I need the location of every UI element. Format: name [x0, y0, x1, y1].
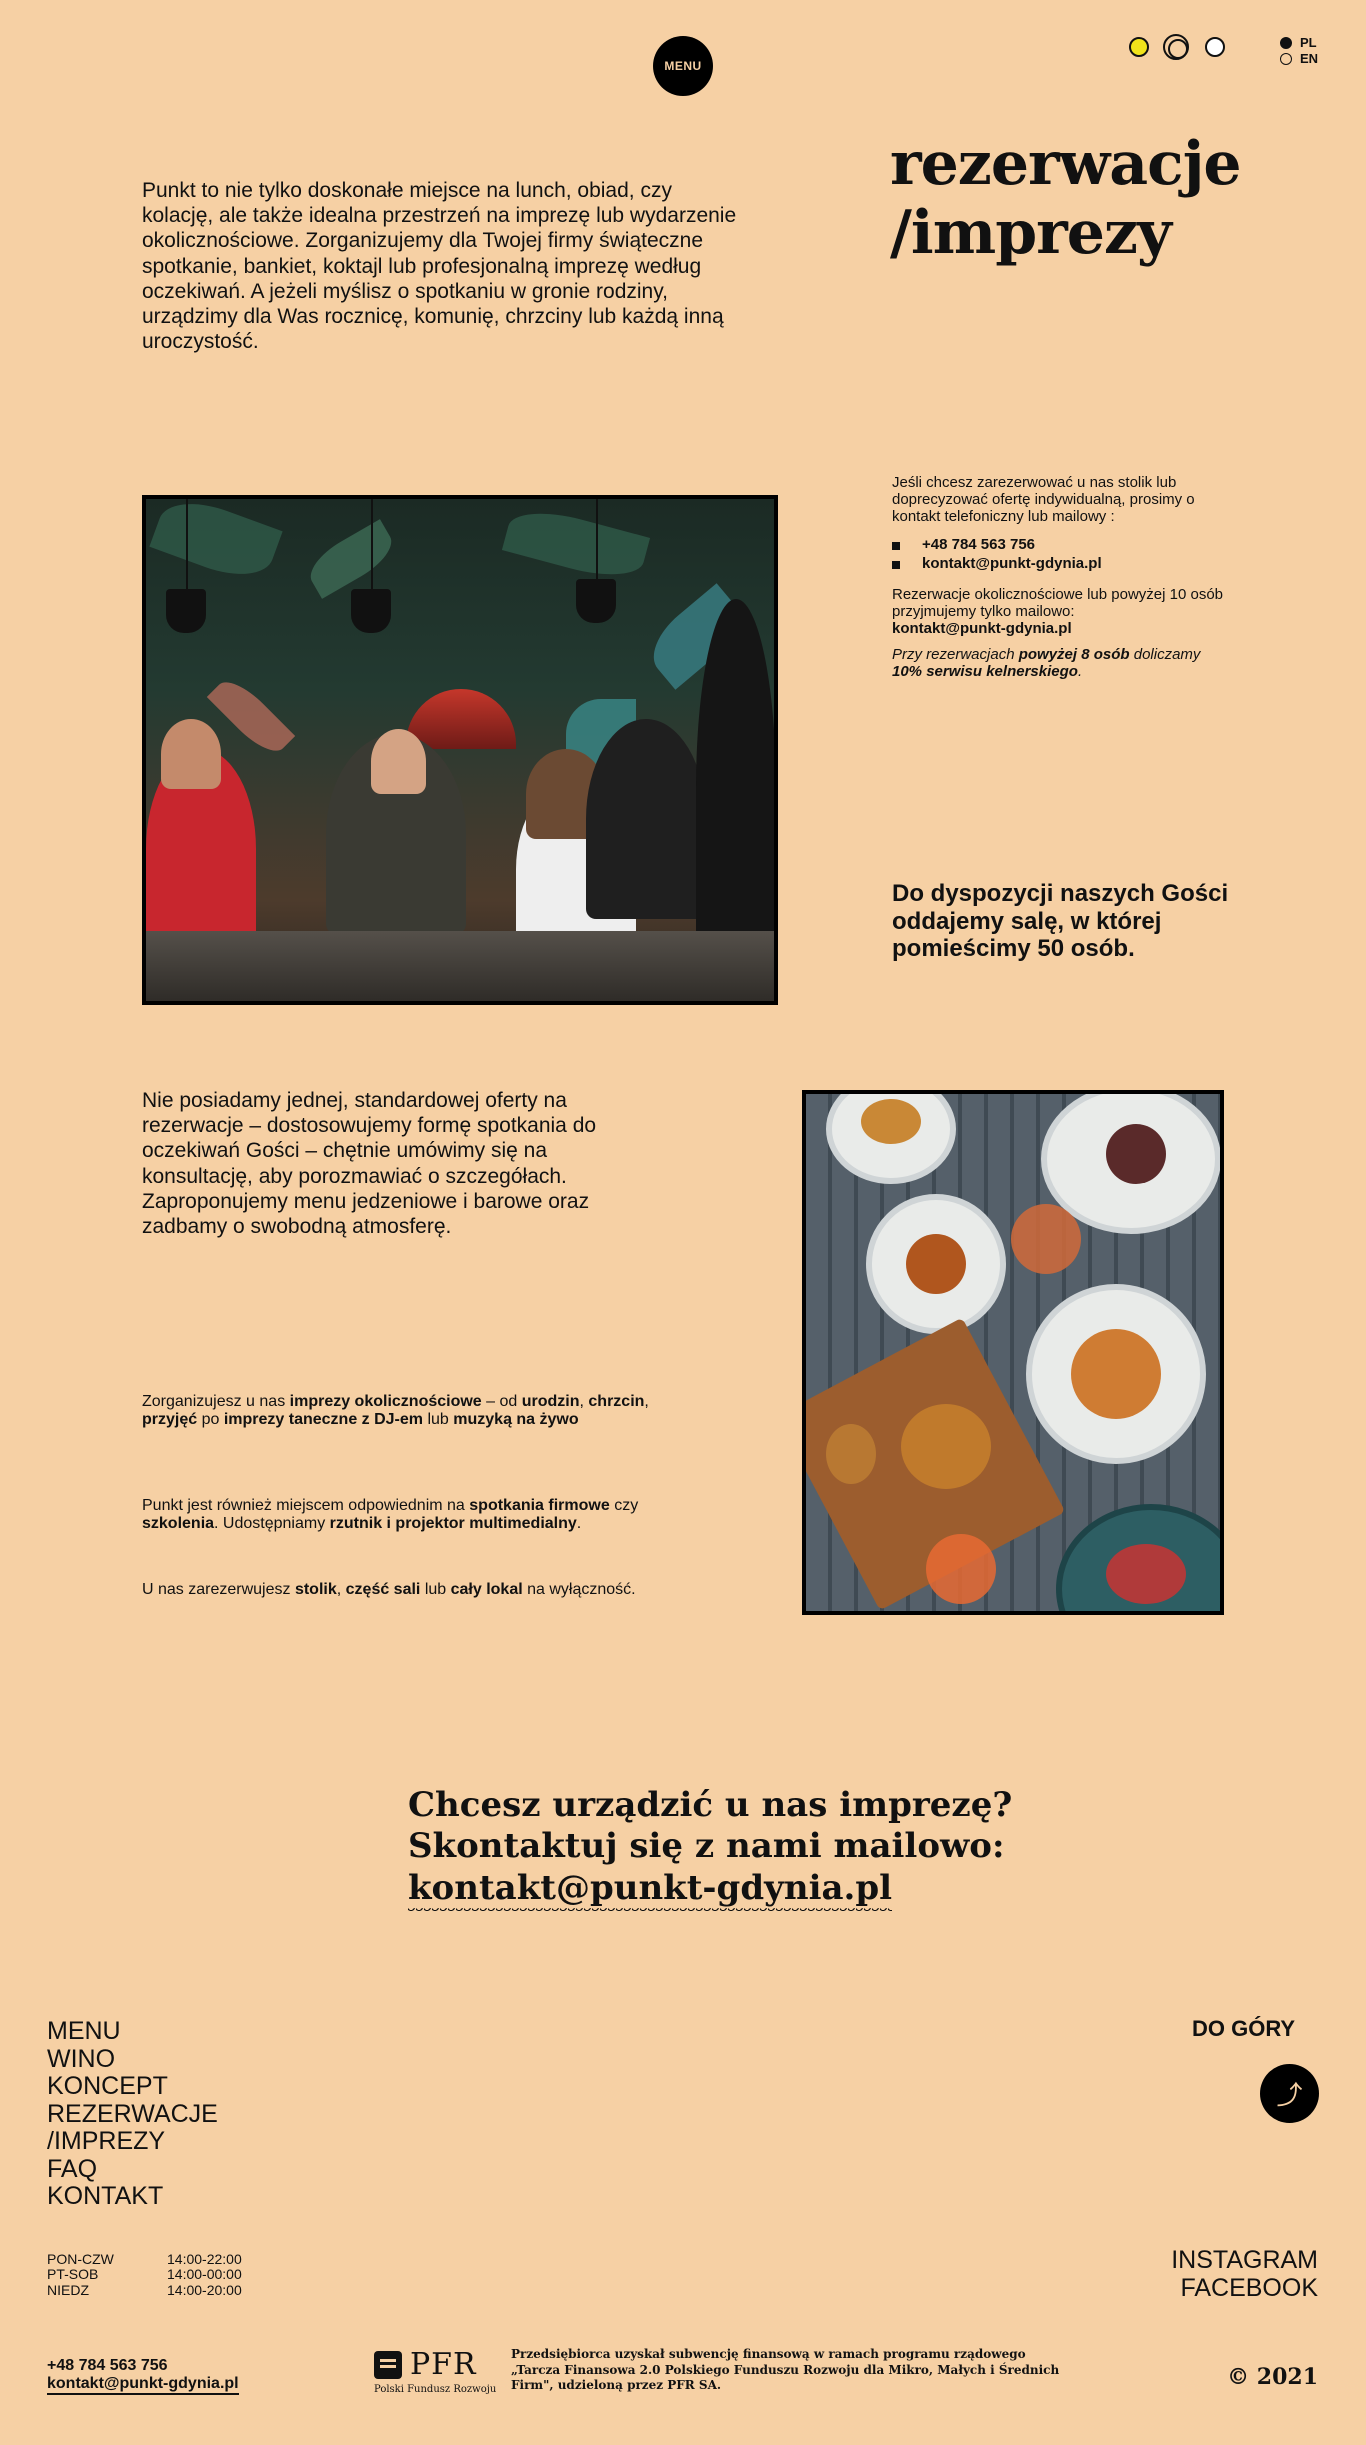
- pfr-logo: PFR Polski Fundusz Rozwoju: [374, 2347, 496, 2395]
- service-charge-note: Przy rezerwacjach powyżej 8 osób dolicza…: [892, 646, 1201, 681]
- theme-light-toggle[interactable]: [1205, 37, 1225, 57]
- contact-cta: Chcesz urządzić u nas imprezę? Skontaktu…: [408, 1785, 1013, 1914]
- footer-phone[interactable]: +48 784 563 756: [47, 2357, 239, 2375]
- footer-contact: +48 784 563 756 kontakt@punkt-gdynia.pl: [47, 2357, 239, 2396]
- group-reservation-email[interactable]: kontakt@punkt-gdynia.pl: [892, 620, 1072, 637]
- footer-nav-imprezy[interactable]: /IMPREZY: [47, 2127, 218, 2156]
- footer-nav-rezerwacje[interactable]: REZERWACJE: [47, 2100, 218, 2129]
- back-to-top-button[interactable]: ⤴: [1260, 2064, 1319, 2123]
- radio-unselected-icon: [1280, 52, 1292, 65]
- intro-paragraph: Punkt to nie tylko doskonałe miejsce na …: [142, 179, 737, 354]
- cta-line2: Skontaktuj się z nami mailowo:: [408, 1826, 1005, 1867]
- capacity-heading: Do dyspozycji naszych Gości oddajemy sal…: [892, 880, 1229, 963]
- pfr-name: PFR: [410, 2347, 477, 2382]
- reservation-intro: Jeśli chcesz zarezerwować u nas stolik l…: [892, 474, 1195, 525]
- booking-paragraph: U nas zarezerwujesz stolik, część sali l…: [142, 1581, 636, 1598]
- back-to-top-label[interactable]: DO GÓRY: [1192, 2016, 1295, 2042]
- copyright: © 2021: [1227, 2364, 1318, 2390]
- radio-selected-icon: [1280, 36, 1292, 49]
- pfr-funding-info: Przedsiębiorca uzyskał subwencję finanso…: [511, 2347, 1060, 2393]
- language-label: EN: [1300, 51, 1319, 66]
- page-title: rezerwacje /imprezy: [890, 129, 1242, 268]
- footer-nav-koncept[interactable]: KONCEPT: [47, 2072, 218, 2101]
- theme-yellow-toggle[interactable]: [1129, 37, 1149, 57]
- opening-hours: PON-CZW 14:00-22:00 PT-SOB 14:00-00:00 N…: [47, 2251, 242, 2298]
- footer-nav-kontakt[interactable]: KONTAKT: [47, 2182, 218, 2211]
- page-title-line2: /imprezy: [890, 198, 1172, 268]
- food-table-photo: [802, 1090, 1224, 1615]
- hours-time: 14:00-22:00: [167, 2251, 242, 2267]
- business-paragraph: Punkt jest również miejscem odpowiednim …: [142, 1497, 639, 1533]
- social-links: INSTAGRAM FACEBOOK: [1171, 2246, 1318, 2302]
- instagram-link[interactable]: INSTAGRAM: [1171, 2246, 1318, 2274]
- pfr-mark-icon: [374, 2350, 402, 2379]
- language-option-pl[interactable]: PL: [1280, 35, 1317, 50]
- cta-email-link[interactable]: kontakt@punkt-gdynia.pl: [408, 1867, 893, 1914]
- footer-nav-menu[interactable]: MENU: [47, 2017, 218, 2046]
- email-link[interactable]: kontakt@punkt-gdynia.pl: [892, 555, 1232, 573]
- footer-nav-faq[interactable]: FAQ: [47, 2155, 218, 2184]
- events-paragraph: Zorganizujesz u nas imprezy okoliczności…: [142, 1393, 649, 1429]
- hours-days: PON-CZW: [47, 2251, 114, 2267]
- theme-contrast-toggle[interactable]: [1163, 34, 1189, 60]
- footer-email[interactable]: kontakt@punkt-gdynia.pl: [47, 2375, 239, 2396]
- hours-days: NIEDZ: [47, 2281, 89, 2298]
- language-option-en[interactable]: EN: [1280, 51, 1318, 66]
- language-label: PL: [1300, 35, 1317, 50]
- arrow-up-icon: ⤴: [1276, 2080, 1303, 2110]
- footer-nav-wino[interactable]: WINO: [47, 2045, 218, 2074]
- phone-link[interactable]: +48 784 563 756: [892, 537, 1232, 554]
- offer-paragraph: Nie posiadamy jednej, standardowej ofert…: [142, 1089, 597, 1238]
- footer-nav: MENU WINO KONCEPT REZERWACJE /IMPREZY FA…: [47, 2017, 218, 2211]
- hours-time: 14:00-00:00: [167, 2266, 242, 2283]
- pfr-subtitle: Polski Fundusz Rozwoju: [374, 2384, 497, 2395]
- reservation-info: Jeśli chcesz zarezerwować u nas stolik l…: [892, 474, 1232, 691]
- group-reservation-info: Rezerwacje okolicznościowe lub powyżej 1…: [892, 585, 1224, 637]
- contact-list: +48 784 563 756 kontakt@punkt-gdynia.pl: [892, 537, 1232, 573]
- menu-button[interactable]: MENU: [653, 36, 713, 96]
- hours-days: PT-SOB: [47, 2266, 99, 2283]
- hours-time: 14:00-20:00: [167, 2281, 242, 2298]
- cta-line1: Chcesz urządzić u nas imprezę?: [408, 1785, 1013, 1825]
- facebook-link[interactable]: FACEBOOK: [1171, 2274, 1318, 2302]
- page-title-line1: rezerwacje: [890, 129, 1242, 199]
- restaurant-interior-photo: [142, 495, 778, 1005]
